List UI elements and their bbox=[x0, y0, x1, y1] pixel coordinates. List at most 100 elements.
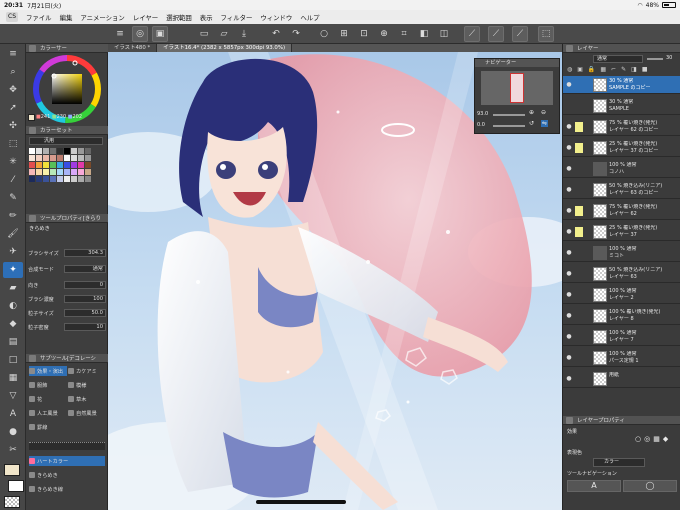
doc-tab-illust16[interactable]: イラスト16.4* (2382 x 5857px 300dpi 93.0%) bbox=[157, 44, 293, 52]
rotate-left-icon[interactable]: ↺ bbox=[529, 120, 534, 127]
layer-lock-toggle[interactable] bbox=[575, 227, 583, 237]
particle-density-row[interactable]: 粒子密度 10 bbox=[28, 322, 106, 332]
layer-property-header[interactable]: レイヤープロパティ bbox=[563, 416, 680, 425]
gradient-tool-icon[interactable]: ▤ bbox=[3, 334, 23, 350]
tool-property-header[interactable]: ツールプロパティ[きらり bbox=[26, 214, 108, 223]
layer-row[interactable]: 30 % 通常 SAMPLE bbox=[563, 97, 680, 115]
eye-icon[interactable] bbox=[565, 102, 573, 110]
layer-row[interactable]: ● 75 % 覆い焼き(発光) レイヤー 62 bbox=[563, 202, 680, 220]
crop-icon[interactable]: ⌗ bbox=[396, 26, 412, 42]
lock-transparent-icon[interactable]: ▦ bbox=[600, 66, 606, 74]
eye-icon[interactable]: ● bbox=[565, 333, 573, 341]
eye-icon[interactable]: ● bbox=[565, 123, 573, 131]
brush-size-value[interactable]: 304.3 bbox=[64, 249, 106, 257]
menu-view[interactable]: 表示 bbox=[196, 13, 217, 22]
selection-tool-icon[interactable]: ⬚ bbox=[3, 136, 23, 152]
layer-lock-toggle[interactable] bbox=[575, 206, 583, 216]
text-tool-icon[interactable]: A bbox=[3, 406, 23, 422]
move-tool-icon[interactable]: ✥ bbox=[3, 82, 23, 98]
layer-panel-header[interactable]: レイヤー bbox=[563, 44, 680, 53]
layer-row[interactable]: ● 50 % 焼き込み(リニア) レイヤー 63 のコピー bbox=[563, 181, 680, 199]
brush-size-row[interactable]: ブラシサイズ 304.3 bbox=[28, 248, 106, 258]
particle-size-value[interactable]: 50.0 bbox=[64, 309, 106, 317]
layer-color-effect-icon[interactable]: ◆ bbox=[663, 435, 668, 443]
sub-tool-header[interactable]: サブツール[デコレーシ bbox=[26, 354, 108, 363]
layout-icon[interactable]: ▣ bbox=[152, 26, 168, 42]
sub-group-flower[interactable]: 花 bbox=[29, 394, 67, 404]
layer-lock-toggle[interactable] bbox=[575, 164, 583, 174]
ruler-snap-icon[interactable]: ⟋ bbox=[464, 26, 480, 42]
brush-tool-icon[interactable]: 🖌 bbox=[3, 226, 23, 242]
sub-group-pattern[interactable]: 模様 bbox=[68, 380, 106, 390]
figure-tool-icon[interactable]: □ bbox=[3, 352, 23, 368]
redo-icon[interactable]: ↷ bbox=[288, 26, 304, 42]
direction-value[interactable]: 0 bbox=[64, 281, 106, 289]
pen-tool-icon[interactable]: ✎ bbox=[3, 190, 23, 206]
navigator-view-frame[interactable] bbox=[510, 73, 524, 103]
menu-window[interactable]: ウィンドウ bbox=[256, 13, 296, 22]
menu-edit[interactable]: 編集 bbox=[56, 13, 77, 22]
ref-layer-icon[interactable]: ▣ bbox=[577, 66, 583, 74]
eye-icon[interactable]: ● bbox=[565, 228, 573, 236]
layer-lock-toggle[interactable] bbox=[575, 248, 583, 258]
blend-tool-icon[interactable]: ◐ bbox=[3, 298, 23, 314]
airbrush-tool-icon[interactable]: ✈ bbox=[3, 244, 23, 260]
app-icon[interactable]: CS bbox=[6, 12, 18, 22]
transform-icon[interactable]: ⊕ bbox=[376, 26, 392, 42]
particle-density-value[interactable]: 10 bbox=[64, 323, 106, 331]
blend-mode-row[interactable]: 合成モード 通常 bbox=[28, 264, 106, 274]
doc-tab-illust480[interactable]: イラスト480 * bbox=[108, 44, 158, 52]
lock-icon[interactable]: 🔒 bbox=[588, 66, 595, 74]
fill-selection-icon[interactable]: ◧ bbox=[416, 26, 432, 42]
special-ruler-snap-icon[interactable]: ⟋ bbox=[488, 26, 504, 42]
navigator-angle-slider[interactable] bbox=[493, 125, 525, 127]
layer-color-icon[interactable]: ■ bbox=[642, 66, 648, 74]
layer-row[interactable]: ● 100 % 通常 レイヤー 7 bbox=[563, 328, 680, 346]
menu-file[interactable]: ファイル bbox=[22, 13, 56, 22]
menu-help[interactable]: ヘルプ bbox=[296, 13, 323, 22]
layer-row[interactable]: ● 100 % 通常 レイヤー 2 bbox=[563, 286, 680, 304]
layer-row[interactable]: ● 100 % 通常 パース定規 1 bbox=[563, 349, 680, 367]
flip-horizontal-icon[interactable]: ⇋ bbox=[541, 120, 549, 127]
sub-group-ruled-line[interactable]: 罫線 bbox=[29, 422, 67, 432]
text-nav-button[interactable]: A bbox=[567, 480, 621, 492]
clip-studio-icon[interactable]: ◎ bbox=[132, 26, 148, 42]
layer-lock-toggle[interactable] bbox=[575, 290, 583, 300]
layer-blend-mode-select[interactable]: 通常 bbox=[593, 55, 643, 63]
eye-icon[interactable]: ● bbox=[565, 312, 573, 320]
zoom-out-icon[interactable]: ⊖ bbox=[541, 109, 546, 116]
operation-tool-icon[interactable]: ➚ bbox=[3, 100, 23, 116]
particle-size-row[interactable]: 粒子サイズ 50.0 bbox=[28, 308, 106, 318]
navigator-zoom-slider[interactable] bbox=[493, 114, 525, 116]
layer-lock-toggle[interactable] bbox=[575, 143, 583, 153]
balloon-nav-button[interactable]: ◯ bbox=[623, 480, 677, 492]
draft-icon[interactable]: ✎ bbox=[621, 66, 626, 74]
layer-color-mode-select[interactable]: カラー bbox=[593, 458, 645, 467]
expand-selection-icon[interactable]: ◫ bbox=[436, 26, 452, 42]
layer-row[interactable]: ● 25 % 覆い焼き(発光) レイヤー 37 のコピー bbox=[563, 139, 680, 157]
eraser-tool-icon[interactable]: ▰ bbox=[3, 280, 23, 296]
sub-group-natural[interactable]: 自然風景 bbox=[68, 408, 106, 418]
color-set-grid[interactable] bbox=[29, 148, 91, 182]
color-set-header[interactable]: カラーセット bbox=[26, 126, 108, 135]
sub-group-effects[interactable]: 効果・演出 bbox=[29, 366, 67, 376]
color-set-select[interactable]: 汎用 bbox=[29, 137, 103, 145]
sub-group-plants[interactable]: 草木 bbox=[68, 394, 106, 404]
layer-row[interactable]: ● 用紙 bbox=[563, 370, 680, 388]
layer-lock-toggle[interactable] bbox=[575, 374, 583, 384]
sub-color-chip[interactable] bbox=[8, 480, 24, 492]
open-folder-icon[interactable]: ▱ bbox=[216, 26, 232, 42]
sub-tool-kirameki-line[interactable]: きらめき線 bbox=[29, 484, 105, 494]
sub-tool-heart-color[interactable]: ハートカラー bbox=[29, 456, 105, 466]
select-all-icon[interactable]: ⊞ bbox=[336, 26, 352, 42]
correct-line-tool-icon[interactable]: ✂ bbox=[3, 442, 23, 458]
new-file-icon[interactable]: ▭ bbox=[196, 26, 212, 42]
reference-layer-icon[interactable]: ⬚ bbox=[538, 26, 554, 42]
layer-mask-icon[interactable]: ◍ bbox=[567, 66, 572, 74]
navigator-zoom-value[interactable]: 93.0 bbox=[477, 111, 488, 117]
eye-icon[interactable]: ● bbox=[565, 165, 573, 173]
current-color-swatch[interactable] bbox=[28, 114, 35, 121]
layer-lock-toggle[interactable] bbox=[575, 353, 583, 363]
eye-icon[interactable]: ● bbox=[565, 270, 573, 278]
layer-lock-toggle[interactable] bbox=[575, 122, 583, 132]
